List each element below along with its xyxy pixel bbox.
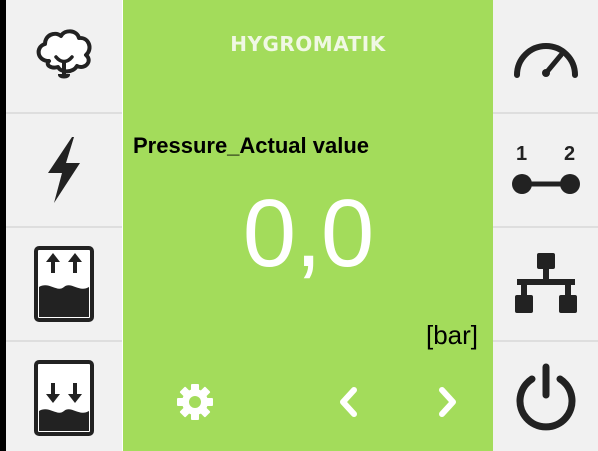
gauge-icon: [513, 43, 578, 78]
link-1-2-icon: 1 2: [511, 143, 580, 194]
left-nav: [6, 0, 122, 451]
previous-button[interactable]: [323, 374, 373, 430]
chevron-left-icon: [340, 387, 357, 417]
gauge-tile-button[interactable]: [493, 0, 598, 112]
cloud-steam-icon: [36, 29, 92, 79]
brand-logo: HYGROMATIK: [230, 32, 386, 56]
tank-drain-down-icon: [34, 360, 94, 436]
main-display-panel: HYGROMATIK Pressure_Actual value 0,0 [ba…: [123, 0, 493, 451]
gear-icon: [177, 384, 213, 420]
parameter-label: Pressure_Actual value: [133, 133, 370, 158]
steam-tile-button[interactable]: [6, 0, 122, 112]
link-label-1: 1: [516, 143, 527, 165]
network-icon: [514, 253, 577, 313]
lightning-bolt-icon: [48, 137, 80, 203]
link-label-2: 2: [564, 143, 575, 165]
right-nav: 1 2: [493, 0, 598, 451]
power-tile-button[interactable]: [493, 340, 598, 451]
fill-tile-button[interactable]: [6, 226, 122, 340]
network-tile-button[interactable]: [493, 226, 598, 340]
power-icon: [516, 363, 575, 431]
settings-button[interactable]: [170, 374, 220, 430]
tank-fill-up-icon: [34, 246, 94, 322]
next-button[interactable]: [423, 374, 473, 430]
unit-label: [bar]: [425, 320, 478, 350]
controller-screen: HYGROMATIK Pressure_Actual value 0,0 [ba…: [6, 0, 598, 451]
link-1-2-tile-button[interactable]: 1 2: [493, 112, 598, 226]
chevron-right-icon: [439, 387, 456, 417]
power-supply-tile-button[interactable]: [6, 112, 122, 226]
actual-value: 0,0: [242, 180, 374, 287]
drain-tile-button[interactable]: [6, 340, 122, 451]
